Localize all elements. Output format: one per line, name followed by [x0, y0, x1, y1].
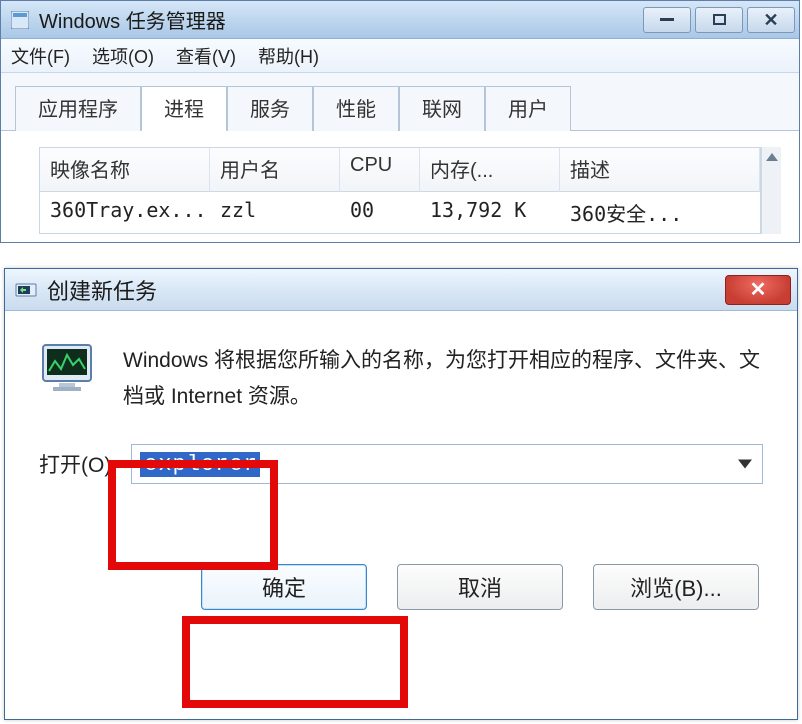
cell-memory: 13,792 K — [420, 192, 560, 233]
menu-view[interactable]: 查看(V) — [176, 43, 236, 69]
processes-panel: 映像名称 用户名 CPU 内存(... 描述 360Tray.ex... zzl… — [1, 131, 799, 242]
menu-file[interactable]: 文件(F) — [11, 43, 70, 69]
create-new-task-dialog: 创建新任务 ✕ Windows 将根据您所输入的名称，为您打开相应的程序、文件夹… — [4, 268, 798, 720]
tab-users[interactable]: 用户 — [485, 86, 571, 131]
task-manager-window: Windows 任务管理器 ✕ 文件(F) 选项(O) 查看(V) 帮助(H) … — [0, 0, 800, 243]
tab-processes[interactable]: 进程 — [141, 86, 227, 131]
menubar: 文件(F) 选项(O) 查看(V) 帮助(H) — [1, 39, 799, 73]
open-label: 打开(O): — [39, 449, 117, 479]
col-memory[interactable]: 内存(... — [420, 148, 560, 192]
tab-applications[interactable]: 应用程序 — [15, 86, 141, 131]
browse-button[interactable]: 浏览(B)... — [593, 564, 759, 610]
run-icon — [15, 281, 37, 299]
col-image-name[interactable]: 映像名称 — [40, 148, 210, 192]
minimize-button[interactable] — [643, 7, 691, 33]
minimize-icon — [660, 18, 674, 21]
close-icon: ✕ — [750, 277, 767, 302]
menu-help[interactable]: 帮助(H) — [258, 43, 319, 69]
open-row: 打开(O): — [39, 444, 763, 484]
dialog-buttons: 确定 取消 浏览(B)... — [39, 564, 763, 610]
open-input[interactable] — [140, 452, 260, 477]
close-button[interactable]: ✕ — [747, 7, 795, 33]
dialog-body: Windows 将根据您所输入的名称，为您打开相应的程序、文件夹、文档或 Int… — [5, 311, 797, 634]
process-table: 映像名称 用户名 CPU 内存(... 描述 360Tray.ex... zzl… — [39, 147, 761, 234]
cell-image-name: 360Tray.ex... — [40, 192, 210, 233]
cell-user-name: zzl — [210, 192, 340, 233]
open-combobox[interactable] — [131, 444, 763, 484]
maximize-button[interactable] — [695, 7, 743, 33]
col-user-name[interactable]: 用户名 — [210, 148, 340, 192]
dialog-info-text: Windows 将根据您所输入的名称，为您打开相应的程序、文件夹、文档或 Int… — [123, 339, 763, 414]
tabs: 应用程序 进程 服务 性能 联网 用户 — [1, 73, 799, 131]
tab-performance[interactable]: 性能 — [313, 86, 399, 131]
dialog-close-button[interactable]: ✕ — [725, 275, 791, 305]
cancel-button[interactable]: 取消 — [397, 564, 563, 610]
table-row[interactable]: 360Tray.ex... zzl 00 13,792 K 360安全... — [40, 192, 760, 233]
col-cpu[interactable]: CPU — [340, 148, 420, 192]
dialog-title: 创建新任务 — [47, 274, 725, 306]
run-large-icon — [39, 339, 101, 395]
scroll-up-icon — [766, 153, 778, 161]
cell-description: 360安全... — [560, 192, 760, 233]
table-scrollbar[interactable] — [761, 147, 781, 234]
menu-options[interactable]: 选项(O) — [92, 43, 154, 69]
window-controls: ✕ — [643, 7, 795, 33]
tab-services[interactable]: 服务 — [227, 86, 313, 131]
maximize-icon — [713, 14, 726, 25]
close-icon: ✕ — [763, 11, 778, 29]
tab-networking[interactable]: 联网 — [399, 86, 485, 131]
col-description[interactable]: 描述 — [560, 148, 760, 192]
task-manager-titlebar[interactable]: Windows 任务管理器 ✕ — [1, 1, 799, 39]
table-header: 映像名称 用户名 CPU 内存(... 描述 — [40, 148, 760, 192]
task-manager-icon — [11, 11, 29, 29]
ok-button[interactable]: 确定 — [201, 564, 367, 610]
chevron-down-icon[interactable] — [738, 460, 752, 469]
cell-cpu: 00 — [340, 192, 420, 233]
dialog-titlebar[interactable]: 创建新任务 ✕ — [5, 269, 797, 311]
task-manager-title: Windows 任务管理器 — [39, 5, 643, 34]
